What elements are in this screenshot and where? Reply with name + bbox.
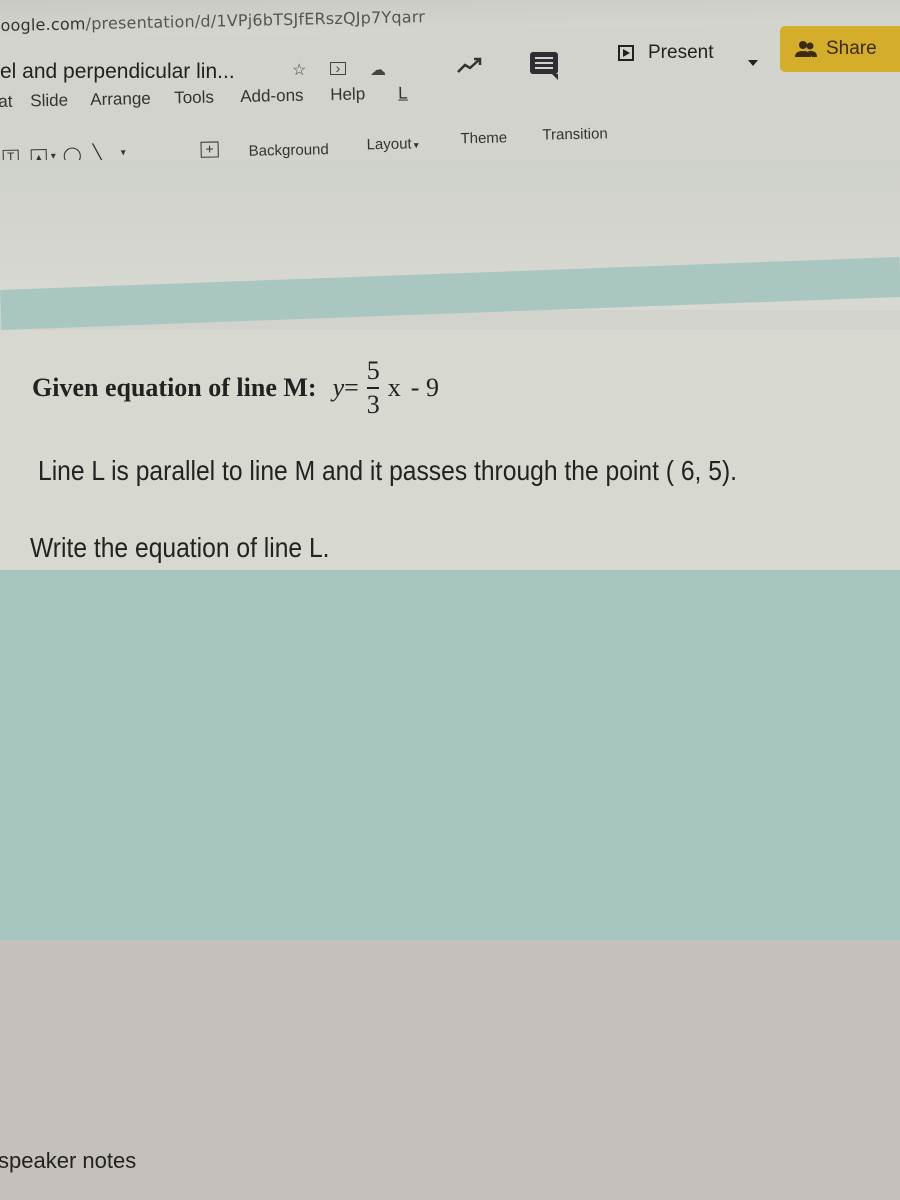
share-people-icon	[795, 41, 817, 57]
equation-line[interactable]: Given equation of line M: y = 5 3 x - 9	[32, 358, 439, 418]
present-dropdown-icon[interactable]	[748, 60, 758, 66]
equation-constant: - 9	[410, 373, 439, 402]
share-label: Share	[826, 38, 877, 59]
address-bar[interactable]: oogle.com/presentation/d/1VPj6bTSJfERszQ…	[0, 0, 900, 40]
menu-slide[interactable]: Slide	[30, 91, 68, 112]
last-edit-link[interactable]: L	[398, 83, 408, 103]
present-icon	[618, 45, 634, 61]
move-to-folder-icon[interactable]: ›	[330, 61, 346, 75]
slope-numerator: 5	[366, 356, 380, 385]
new-comment-icon[interactable]: +	[200, 141, 219, 158]
present-label: Present	[648, 42, 714, 63]
slope-fraction: 5 3	[367, 358, 380, 418]
activity-dashboard-icon[interactable]	[456, 56, 484, 74]
menu-help[interactable]: Help	[330, 84, 365, 105]
menu-add-ons[interactable]: Add-ons	[240, 86, 304, 107]
layout-label: Layout	[366, 135, 412, 154]
slope-denominator: 3	[366, 390, 380, 419]
menu-format[interactable]: at	[0, 92, 13, 112]
menu-tools[interactable]: Tools	[174, 88, 214, 109]
speaker-notes-placeholder[interactable]: speaker notes	[0, 1148, 136, 1174]
transition-button[interactable]: Transition	[542, 125, 608, 143]
menu-arrange[interactable]: Arrange	[90, 89, 151, 110]
equation-math: y = 5 3 x - 9	[333, 358, 439, 418]
comments-icon[interactable]	[530, 52, 558, 80]
equation-label: Given equation of line M:	[32, 373, 317, 402]
star-icon[interactable]: ☆	[292, 60, 306, 80]
layout-button[interactable]: Layout ▾	[366, 135, 418, 153]
equation-variable: x	[387, 373, 401, 402]
present-button[interactable]: Present	[618, 42, 713, 64]
background-button[interactable]: Background	[249, 141, 329, 160]
layout-dropdown-icon: ▾	[413, 140, 419, 152]
question-line-1[interactable]: Line L is parallel to line M and it pass…	[38, 455, 737, 487]
fraction-bar	[367, 387, 380, 389]
equation-equals: =	[344, 373, 359, 402]
slide-teal-body	[0, 570, 900, 940]
equation-lhs: y	[332, 373, 345, 402]
question-line-2[interactable]: Write the equation of line L.	[30, 532, 330, 564]
theme-button[interactable]: Theme	[460, 129, 507, 147]
line-dropdown-icon[interactable]: ▾	[121, 147, 126, 158]
cloud-saved-icon: ☁	[370, 62, 386, 79]
url-text[interactable]: oogle.com/presentation/d/1VPj6bTSJfERszQ…	[0, 7, 425, 35]
share-button[interactable]: Share	[780, 26, 900, 72]
document-title[interactable]: el and perpendicular lin...	[0, 60, 235, 84]
